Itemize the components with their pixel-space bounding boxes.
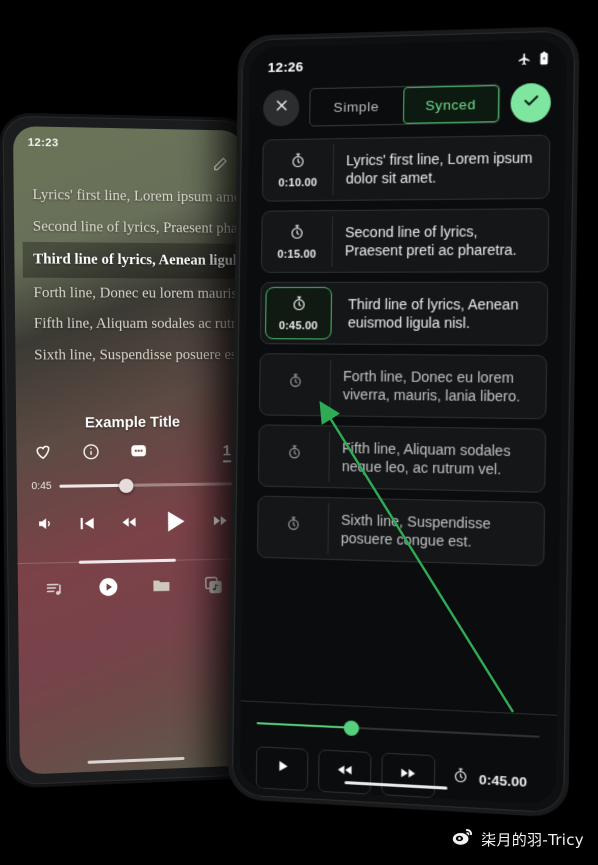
more-dots-icon[interactable] — [129, 441, 149, 465]
stopwatch-icon — [289, 151, 306, 173]
volume-icon[interactable] — [36, 515, 55, 539]
composite-scene: 12:23 Lyrics' first line, Lorem ipsum am… — [0, 0, 598, 865]
seek-slider[interactable] — [60, 483, 234, 488]
stopwatch-icon — [290, 295, 307, 317]
right-status-icons — [517, 51, 549, 71]
info-icon[interactable] — [82, 442, 101, 466]
lyric-line-active[interactable]: Third line of lyrics, Aenean ligula nisl… — [23, 242, 238, 279]
timestamp-cell-highlighted[interactable]: 0:45.00 — [265, 287, 332, 340]
player-timer: 0:45.00 — [452, 766, 528, 793]
right-phone-screen: 12:26 Simple Synced 0:10.00 Lyrics' firs… — [240, 39, 567, 805]
sidebar-item-albums[interactable] — [203, 575, 223, 601]
lyric-line[interactable]: Forth line, Donec eu lorem mauris, lania… — [23, 277, 238, 309]
timestamp-cell[interactable] — [259, 430, 330, 482]
playback-knob[interactable] — [343, 720, 358, 736]
left-seek-row[interactable]: 0:45 — [17, 464, 248, 492]
fast-forward-icon[interactable] — [212, 512, 230, 535]
stopwatch-icon — [288, 223, 305, 245]
left-phone-screen: 12:23 Lyrics' first line, Lorem ipsum am… — [13, 126, 250, 775]
left-lyrics-list[interactable]: Lyrics' first line, Lorem ipsum amet. Se… — [13, 169, 246, 371]
timestamp-cell[interactable] — [258, 502, 329, 554]
timestamp-cell[interactable]: 0:15.00 — [262, 216, 333, 267]
timestamp-cell[interactable]: 0:10.00 — [263, 144, 334, 195]
lyric-text[interactable]: Sixth line, Suspendisse posuere congue e… — [328, 498, 544, 565]
synced-lyric-rows: 0:10.00 Lyrics' first line, Lorem ipsum … — [243, 132, 565, 566]
lyric-text[interactable]: Forth line, Donec eu lorem viverra, maur… — [330, 355, 546, 419]
lyric-text[interactable]: Third line of lyrics, Aenean euismod lig… — [335, 283, 547, 345]
table-row[interactable]: 0:10.00 Lyrics' first line, Lorem ipsum … — [262, 135, 551, 202]
battery-icon — [539, 51, 550, 71]
playback-fill — [257, 722, 351, 729]
tab-simple[interactable]: Simple — [310, 87, 403, 125]
sidebar-item-play-circle[interactable] — [97, 576, 119, 603]
stopwatch-icon — [286, 444, 302, 465]
sidebar-item-folder[interactable] — [150, 575, 172, 602]
right-phone-device: 12:26 Simple Synced 0:10.00 Lyrics' firs… — [228, 26, 580, 818]
heart-icon[interactable] — [33, 442, 53, 467]
stopwatch-icon — [452, 766, 470, 789]
lyric-text[interactable]: Lyrics' first line, Lorem ipsum dolor si… — [333, 136, 549, 200]
lyric-line[interactable]: Fifth line, Aliquam sodales ac rutrum ve… — [23, 308, 238, 339]
watermark: 柒月的羽-Tricy — [452, 827, 584, 851]
close-button[interactable] — [263, 89, 300, 126]
timestamp-value: 0:10.00 — [278, 176, 317, 189]
queue-count[interactable]: 1 — [223, 443, 232, 462]
left-home-indicator — [88, 757, 185, 764]
left-transport-controls — [17, 489, 248, 545]
left-status-clock: 12:23 — [28, 137, 59, 150]
stopwatch-icon — [285, 515, 301, 537]
lyric-text[interactable]: Fifth line, Aliquam sodales neque leo, a… — [329, 426, 545, 491]
close-icon — [273, 97, 290, 119]
airplane-mode-icon — [517, 52, 531, 71]
lyric-line[interactable]: Second line of lyrics, Praesent pharetra… — [22, 211, 237, 244]
lyric-text[interactable]: Second line of lyrics, Praesent preti ac… — [332, 209, 548, 272]
timestamp-value: 0:15.00 — [277, 248, 316, 260]
lyric-line[interactable]: Sixth line, Suspendisse posuere est. — [24, 340, 239, 371]
play-icon[interactable] — [159, 506, 190, 542]
editor-toolbar: Simple Synced — [249, 70, 566, 138]
check-icon — [520, 90, 540, 115]
table-row[interactable]: Fifth line, Aliquam sodales neque leo, a… — [258, 424, 546, 492]
play-button[interactable] — [256, 746, 309, 791]
timestamp-cell[interactable] — [260, 359, 331, 410]
lyric-line[interactable]: Lyrics' first line, Lorem ipsum amet. — [22, 179, 237, 213]
rewind-button[interactable] — [318, 749, 371, 794]
left-action-icon-row: 1 — [16, 430, 247, 467]
table-row-selected[interactable]: 0:45.00 Third line of lyrics, Aenean eui… — [260, 282, 548, 346]
player-timer-value: 0:45.00 — [479, 771, 527, 789]
play-icon — [274, 758, 289, 779]
tab-synced[interactable]: Synced — [402, 85, 499, 124]
player-bar: 0:45.00 — [240, 700, 557, 804]
stopwatch-icon — [287, 372, 303, 393]
left-bottom-nav — [18, 559, 249, 605]
pencil-icon[interactable] — [212, 156, 228, 172]
weibo-icon — [452, 827, 474, 851]
table-row[interactable]: Sixth line, Suspendisse posuere congue e… — [257, 496, 545, 567]
previous-track-icon[interactable] — [77, 513, 97, 538]
table-row[interactable]: Forth line, Donec eu lorem viverra, maur… — [259, 353, 547, 419]
seek-current-time: 0:45 — [31, 481, 51, 493]
table-row[interactable]: 0:15.00 Second line of lyrics, Praesent … — [261, 208, 549, 273]
right-status-clock: 12:26 — [268, 59, 304, 75]
confirm-button[interactable] — [510, 83, 551, 123]
left-status-bar: 12:23 — [13, 126, 244, 153]
rewind-icon[interactable] — [119, 513, 138, 537]
timestamp-value: 0:45.00 — [279, 320, 318, 332]
watermark-text: 柒月的羽-Tricy — [481, 829, 584, 850]
seek-fill — [60, 484, 127, 488]
mode-segmented-control[interactable]: Simple Synced — [309, 84, 500, 127]
left-phone-device: 12:23 Lyrics' first line, Lorem ipsum am… — [0, 112, 259, 788]
fast-forward-button[interactable] — [381, 753, 435, 799]
sidebar-item-playlist[interactable] — [44, 578, 65, 604]
